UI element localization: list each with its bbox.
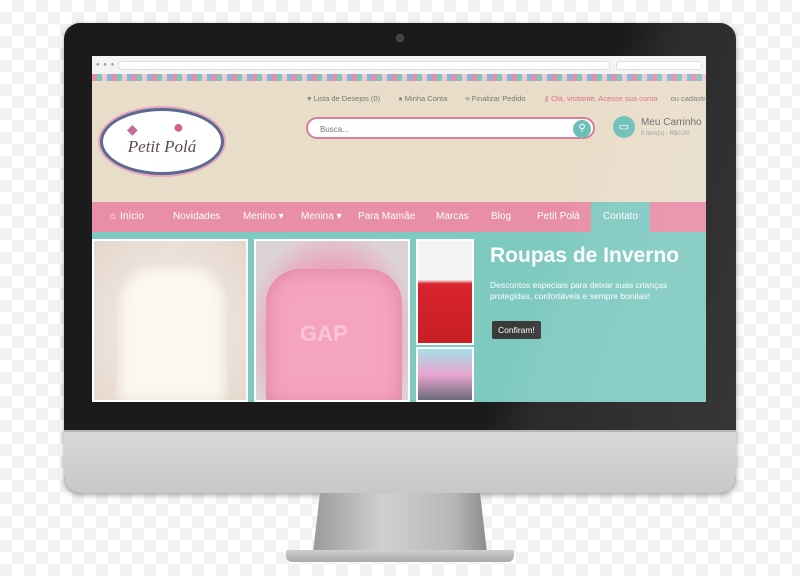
bunting-decoration (92, 74, 706, 81)
wishlist-label[interactable]: Lista de Desejos (0) (313, 94, 380, 103)
browser-search-bar[interactable] (616, 61, 702, 70)
hero-description: Descontos especiais para deixar suas cri… (490, 280, 668, 301)
browser-toolbar: ● ● ● (92, 56, 706, 75)
site-logo[interactable]: ◆ ● Petit Polá (100, 108, 224, 175)
bird-large-icon: ● (173, 117, 184, 137)
nav-item-contato[interactable]: Contato (591, 202, 650, 232)
hero-title: Roupas de Inverno (490, 244, 680, 267)
nav-item-novidades[interactable]: Novidades (173, 202, 220, 232)
search-box: ⚲ (306, 117, 595, 139)
white-jacket-shape (116, 263, 228, 400)
account-label[interactable]: Minha Conta (405, 94, 448, 103)
main-nav: ⌂ Início Novidades Menino ▾ Menina ▾ Para… (92, 202, 706, 232)
search-icon: ⚲ (578, 123, 586, 134)
logo-text: Petit Polá (127, 137, 197, 156)
nav-item-blog[interactable]: Blog (491, 202, 511, 232)
home-icon: ⌂ (110, 211, 117, 222)
product-image-red-booties[interactable] (416, 239, 474, 345)
register-link[interactable]: ou cadastre-se (671, 94, 706, 103)
nav-item-menina[interactable]: Menina ▾ (301, 202, 342, 232)
product-image-colorful-booties[interactable] (416, 347, 474, 402)
monitor-stand (313, 493, 487, 553)
nav-item-inicio[interactable]: ⌂ Início (110, 202, 144, 232)
list-icon: ≡ (465, 94, 470, 103)
nav-label: Início (120, 211, 144, 222)
product-image-pink-jacket[interactable]: GAP (254, 239, 410, 402)
top-links: ♥ Lista de Desejos (0) ● Minha Conta ≡ Fina… (307, 94, 706, 103)
product-image-white-jacket[interactable] (92, 239, 248, 402)
search-input[interactable] (318, 122, 562, 137)
cart-summary: 0 item(s) - R$0,00 (641, 131, 690, 137)
website-screen: ● ● ● ♥ Lista de Desejos (0) ● Minha Conta… (92, 56, 706, 402)
checkout-link[interactable]: ≡ Finalizar Pedido (465, 94, 533, 103)
monitor-foot (286, 550, 514, 562)
search-button[interactable]: ⚲ (573, 120, 591, 138)
login-link[interactable]: ⚷ Olá, visitante. Acesse sua conta (544, 94, 666, 103)
cart-title[interactable]: Meu Carrinho (641, 117, 702, 128)
address-bar[interactable] (118, 61, 610, 70)
bird-icon: ◆ (127, 121, 138, 137)
nav-item-marcas[interactable]: Marcas (436, 202, 469, 232)
account-link[interactable]: ● Minha Conta (398, 94, 455, 103)
checkout-label[interactable]: Finalizar Pedido (472, 94, 526, 103)
nav-item-menino[interactable]: Menino ▾ (243, 202, 284, 232)
nav-item-petit-pola[interactable]: Petit Polá (537, 202, 580, 232)
camera-icon (397, 35, 403, 41)
wishlist-link[interactable]: ♥ Lista de Desejos (0) (307, 94, 388, 103)
heart-icon: ♥ (307, 94, 312, 103)
lock-icon: ⚷ (543, 94, 550, 103)
monitor-chin (64, 430, 736, 493)
hero-cta-button[interactable]: Confiram! (492, 321, 541, 339)
user-icon: ● (398, 94, 403, 103)
cart-icon[interactable]: ▭ (613, 116, 635, 138)
nav-item-para-mamae[interactable]: Para Mamãe (358, 202, 415, 232)
browser-controls-icon[interactable]: ● ● ● (96, 62, 115, 68)
greeting-label[interactable]: Olá, visitante. Acesse sua conta (551, 94, 657, 103)
gap-logo: GAP (300, 321, 348, 346)
